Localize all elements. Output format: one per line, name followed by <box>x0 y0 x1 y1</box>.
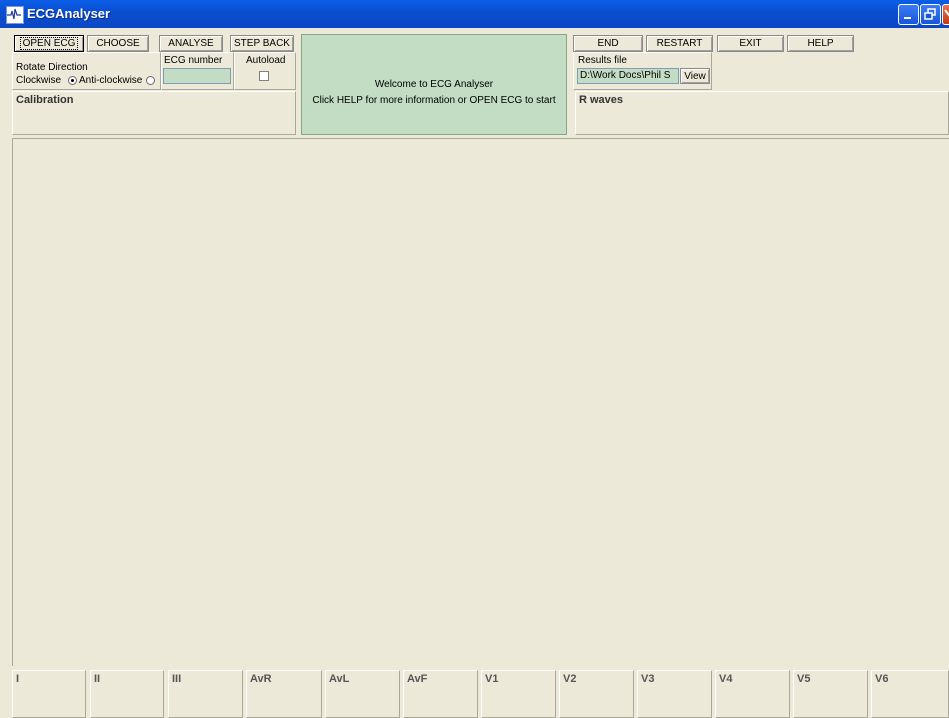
lead-panel-i: I <box>12 670 86 718</box>
step-back-button[interactable]: STEP BACK <box>230 35 294 52</box>
lead-label-iii: III <box>172 673 182 685</box>
results-file-path[interactable]: D:\Work Docs\Phil S <box>577 68 679 84</box>
minimize-button[interactable] <box>898 4 919 25</box>
lead-label-v4: V4 <box>719 673 733 685</box>
lead-panel-avl: AvL <box>325 670 400 718</box>
lead-panel-v4: V4 <box>715 670 790 718</box>
title-bar: ECGAnalyser <box>0 0 949 28</box>
anticlockwise-radio[interactable] <box>146 76 155 85</box>
restore-button[interactable] <box>920 4 941 25</box>
open-ecg-button[interactable]: OPEN ECG <box>14 35 84 52</box>
lead-panel-ii: II <box>90 670 164 718</box>
ecg-display-area <box>12 138 949 666</box>
lead-panel-v6: V6 <box>871 670 949 718</box>
anticlockwise-label: Anti-clockwise <box>79 75 143 86</box>
ecg-number-label: ECG number <box>164 55 223 66</box>
calibration-title: Calibration <box>16 94 74 106</box>
autoload-checkbox[interactable] <box>259 71 269 81</box>
rotate-direction-label: Rotate Direction <box>16 62 88 73</box>
lead-label-v2: V2 <box>563 673 577 685</box>
lead-label-avf: AvF <box>407 673 428 685</box>
lead-panel-v5: V5 <box>793 670 868 718</box>
lead-label-i: I <box>16 673 20 685</box>
r-waves-panel: R waves <box>575 91 949 135</box>
lead-label-v3: V3 <box>641 673 655 685</box>
open-ecg-label: OPEN ECG <box>19 37 79 50</box>
lead-label-ii: II <box>94 673 101 685</box>
welcome-message: Welcome to ECG Analyser <box>374 79 494 90</box>
lead-label-v6: V6 <box>875 673 889 685</box>
ecg-number-input[interactable] <box>163 68 231 84</box>
calibration-panel: Calibration <box>12 91 296 135</box>
restart-button[interactable]: RESTART <box>646 35 713 52</box>
lead-panel-iii: III <box>168 670 243 718</box>
lead-panel-v3: V3 <box>637 670 712 718</box>
window-title: ECGAnalyser <box>27 6 111 21</box>
lead-label-avl: AvL <box>329 673 350 685</box>
close-button[interactable] <box>942 4 949 25</box>
view-button[interactable]: View <box>680 68 710 84</box>
lead-label-v1: V1 <box>485 673 499 685</box>
lead-panel-v2: V2 <box>559 670 634 718</box>
ecg-app-icon <box>6 6 24 24</box>
autoload-label: Autoload <box>246 55 286 66</box>
lead-label-avr: AvR <box>250 673 272 685</box>
clockwise-radio[interactable] <box>68 76 77 85</box>
lead-label-v5: V5 <box>797 673 811 685</box>
results-file-label: Results file <box>578 55 627 66</box>
analyse-button[interactable]: ANALYSE <box>159 35 223 52</box>
r-waves-title: R waves <box>579 94 624 106</box>
end-button[interactable]: END <box>573 35 643 52</box>
help-button[interactable]: HELP <box>787 35 854 52</box>
lead-panel-avf: AvF <box>403 670 478 718</box>
welcome-panel: Welcome to ECG Analyser Click HELP for m… <box>301 34 567 135</box>
lead-panel-v1: V1 <box>481 670 556 718</box>
welcome-instructions: Click HELP for more information or OPEN … <box>312 95 556 106</box>
exit-button[interactable]: EXIT <box>717 35 784 52</box>
lead-panel-avr: AvR <box>246 670 322 718</box>
clockwise-label: Clockwise <box>16 75 62 86</box>
choose-button[interactable]: CHOOSE <box>87 35 149 52</box>
